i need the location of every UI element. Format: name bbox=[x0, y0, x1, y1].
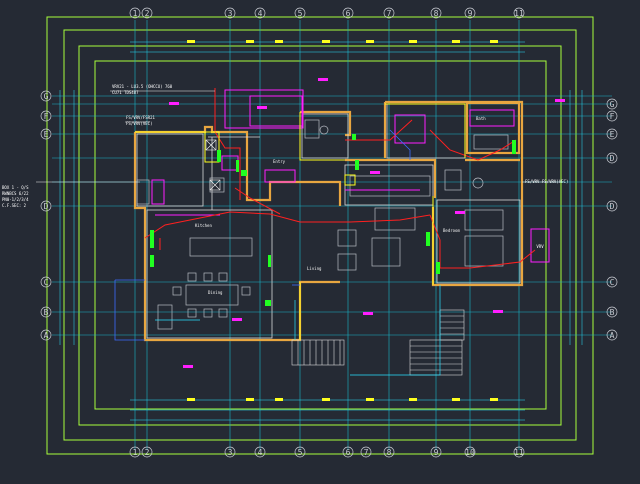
note-left-sub: FS/VRV(VEC) bbox=[126, 121, 153, 126]
grid-label: B bbox=[44, 308, 49, 317]
grid-bubble: 11 bbox=[513, 446, 525, 458]
legend-line: PN0-1/2/3/4 bbox=[2, 197, 29, 202]
vrv-unit-label: VRV bbox=[536, 244, 544, 249]
fan-coil-icon bbox=[265, 300, 271, 306]
grid-label: 2 bbox=[145, 9, 150, 18]
grid-label: 8 bbox=[434, 9, 439, 18]
grid-label: F bbox=[44, 112, 49, 121]
grid-label: D bbox=[44, 202, 49, 211]
grid-label: 1 bbox=[133, 448, 138, 457]
grid-label: 11 bbox=[514, 448, 524, 457]
grid-label: 11 bbox=[514, 9, 524, 18]
grid-label: 10 bbox=[465, 448, 475, 457]
grid-label: 2 bbox=[145, 448, 150, 457]
legend-line: C.F.SEC: 2 bbox=[2, 203, 27, 208]
grid-label: E bbox=[610, 130, 615, 139]
note-top-sub: CU71 TDS487 bbox=[112, 90, 139, 95]
legend-line: RWNBCS 6/22 bbox=[2, 191, 29, 196]
grid-label: 3 bbox=[228, 448, 233, 457]
drawing-background bbox=[0, 0, 640, 480]
room-label-dining: Dining bbox=[208, 290, 223, 295]
grid-bubble: 10 bbox=[464, 446, 476, 458]
grid-label: 6 bbox=[346, 448, 351, 457]
fan-coil-icon bbox=[352, 134, 356, 140]
note-top: VRV21 - LU3.5 (OHCCU) 760 bbox=[112, 84, 173, 89]
floor-plan-drawing: 1 2 3 4 5 6 7 8 9 11 1 2 3 4 5 6 7 8 9 1… bbox=[0, 0, 640, 480]
fan-coil-icon bbox=[355, 160, 359, 170]
grid-label: 4 bbox=[258, 9, 263, 18]
room-label-entry: Entry bbox=[273, 159, 286, 164]
grid-bubble: 11 bbox=[513, 7, 525, 19]
note-left: FS/VRV/FSR21 bbox=[126, 115, 155, 120]
fan-coil-icon bbox=[236, 160, 239, 172]
grid-label: E bbox=[44, 130, 49, 139]
fan-coil-icon bbox=[426, 232, 430, 246]
grid-label: A bbox=[610, 331, 615, 340]
grid-label: 9 bbox=[468, 9, 473, 18]
legend-line: BOX 1 - Q/S bbox=[2, 185, 29, 190]
note-right: FS/VRV FS/VRV(VEC) bbox=[525, 179, 568, 184]
grid-label: C bbox=[44, 278, 49, 287]
fan-coil-icon bbox=[512, 140, 516, 154]
grid-label: D bbox=[610, 154, 615, 163]
fan-coil-icon bbox=[436, 262, 440, 274]
grid-label: 5 bbox=[298, 9, 303, 18]
cad-viewport[interactable]: 1 2 3 4 5 6 7 8 9 11 1 2 3 4 5 6 7 8 9 1… bbox=[0, 0, 640, 480]
grid-label: D bbox=[610, 202, 615, 211]
grid-label: A bbox=[44, 331, 49, 340]
fan-coil-icon bbox=[268, 255, 271, 267]
grid-label: G bbox=[44, 92, 49, 101]
grid-label: 1 bbox=[133, 9, 138, 18]
fan-coil-icon bbox=[150, 255, 154, 267]
grid-label: 4 bbox=[258, 448, 263, 457]
grid-label: C bbox=[610, 278, 615, 287]
grid-label: 5 bbox=[298, 448, 303, 457]
grid-label: 9 bbox=[434, 448, 439, 457]
fan-coil-icon bbox=[217, 150, 221, 162]
room-label-living: Living bbox=[307, 266, 322, 271]
grid-label: G bbox=[610, 100, 615, 109]
grid-label: 7 bbox=[387, 9, 392, 18]
room-label-kitchen: Kitchen bbox=[195, 223, 212, 228]
grid-label: 7 bbox=[364, 448, 369, 457]
grid-label: 8 bbox=[387, 448, 392, 457]
fan-coil-icon bbox=[241, 170, 247, 176]
room-label-bath: Bath bbox=[476, 116, 486, 121]
grid-label: F bbox=[610, 112, 615, 121]
grid-label: 3 bbox=[228, 9, 233, 18]
fan-coil-icon bbox=[150, 230, 154, 248]
grid-label: 6 bbox=[346, 9, 351, 18]
room-label-bedroom: Bedroom bbox=[443, 228, 460, 233]
grid-label: B bbox=[610, 308, 615, 317]
